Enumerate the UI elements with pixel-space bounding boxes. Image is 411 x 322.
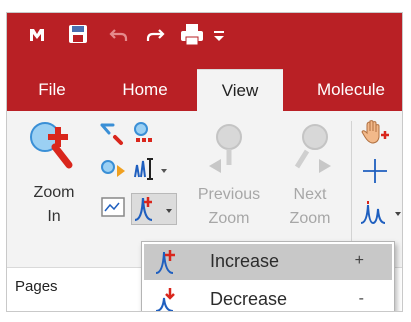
fit-width-icon[interactable]	[99, 121, 129, 149]
zoom-selection-icon[interactable]	[99, 157, 133, 185]
previous-zoom-label-2: Zoom	[208, 210, 250, 227]
peak-height-button[interactable]	[131, 193, 177, 225]
ribbon-tab-strip: File Home View Molecule	[7, 59, 402, 111]
menu-item-increase[interactable]: Increase +	[144, 244, 392, 280]
tab-view[interactable]: View	[197, 69, 283, 111]
save-icon[interactable]	[65, 21, 91, 47]
app-icon[interactable]	[25, 23, 49, 47]
crosshair-icon[interactable]	[361, 157, 391, 187]
zoom-in-label-2: In	[47, 208, 61, 225]
print-icon[interactable]	[177, 21, 207, 49]
tab-file[interactable]: File	[27, 69, 77, 111]
next-zoom-button[interactable]: Next Zoom	[279, 117, 345, 247]
next-zoom-label-1: Next	[293, 186, 327, 203]
undo-icon[interactable]	[107, 23, 131, 47]
increase-icon	[155, 250, 175, 274]
zoom-in-label-1: Zoom	[33, 184, 75, 201]
decrease-label: Decrease	[210, 289, 288, 309]
peak-height-dropdown-menu: Increase + Decrease -	[141, 241, 395, 311]
redo-icon[interactable]	[143, 23, 167, 47]
pan-hand-icon[interactable]	[359, 117, 393, 149]
decrease-shortcut: -	[358, 290, 364, 307]
decrease-icon	[155, 288, 175, 311]
quick-access-toolbar	[7, 13, 402, 59]
zoom-in-button[interactable]: Zoom In	[19, 115, 99, 247]
next-zoom-label-2: Zoom	[289, 210, 331, 227]
previous-zoom-button[interactable]: Previous Zoom	[193, 117, 265, 247]
customize-qat-icon[interactable]	[211, 25, 227, 45]
peak-pick-icon[interactable]	[359, 199, 402, 229]
increase-label: Increase	[210, 251, 280, 271]
ribbon-view-panel: Zoom In Previous Zoom Next Zoom	[7, 111, 402, 261]
tab-molecule[interactable]: Molecule	[301, 69, 401, 111]
fit-page-icon[interactable]	[131, 121, 163, 149]
app-window: File Home View Molecule Zoom In Previous…	[6, 12, 403, 312]
pages-label: Pages	[15, 278, 58, 295]
vertical-scale-icon[interactable]	[131, 155, 173, 185]
tab-home[interactable]: Home	[113, 69, 177, 111]
increase-shortcut: +	[354, 252, 364, 269]
ribbon-separator	[351, 121, 352, 241]
previous-zoom-label-1: Previous	[197, 186, 261, 203]
menu-item-decrease[interactable]: Decrease -	[144, 282, 392, 311]
overview-icon[interactable]	[99, 195, 131, 223]
